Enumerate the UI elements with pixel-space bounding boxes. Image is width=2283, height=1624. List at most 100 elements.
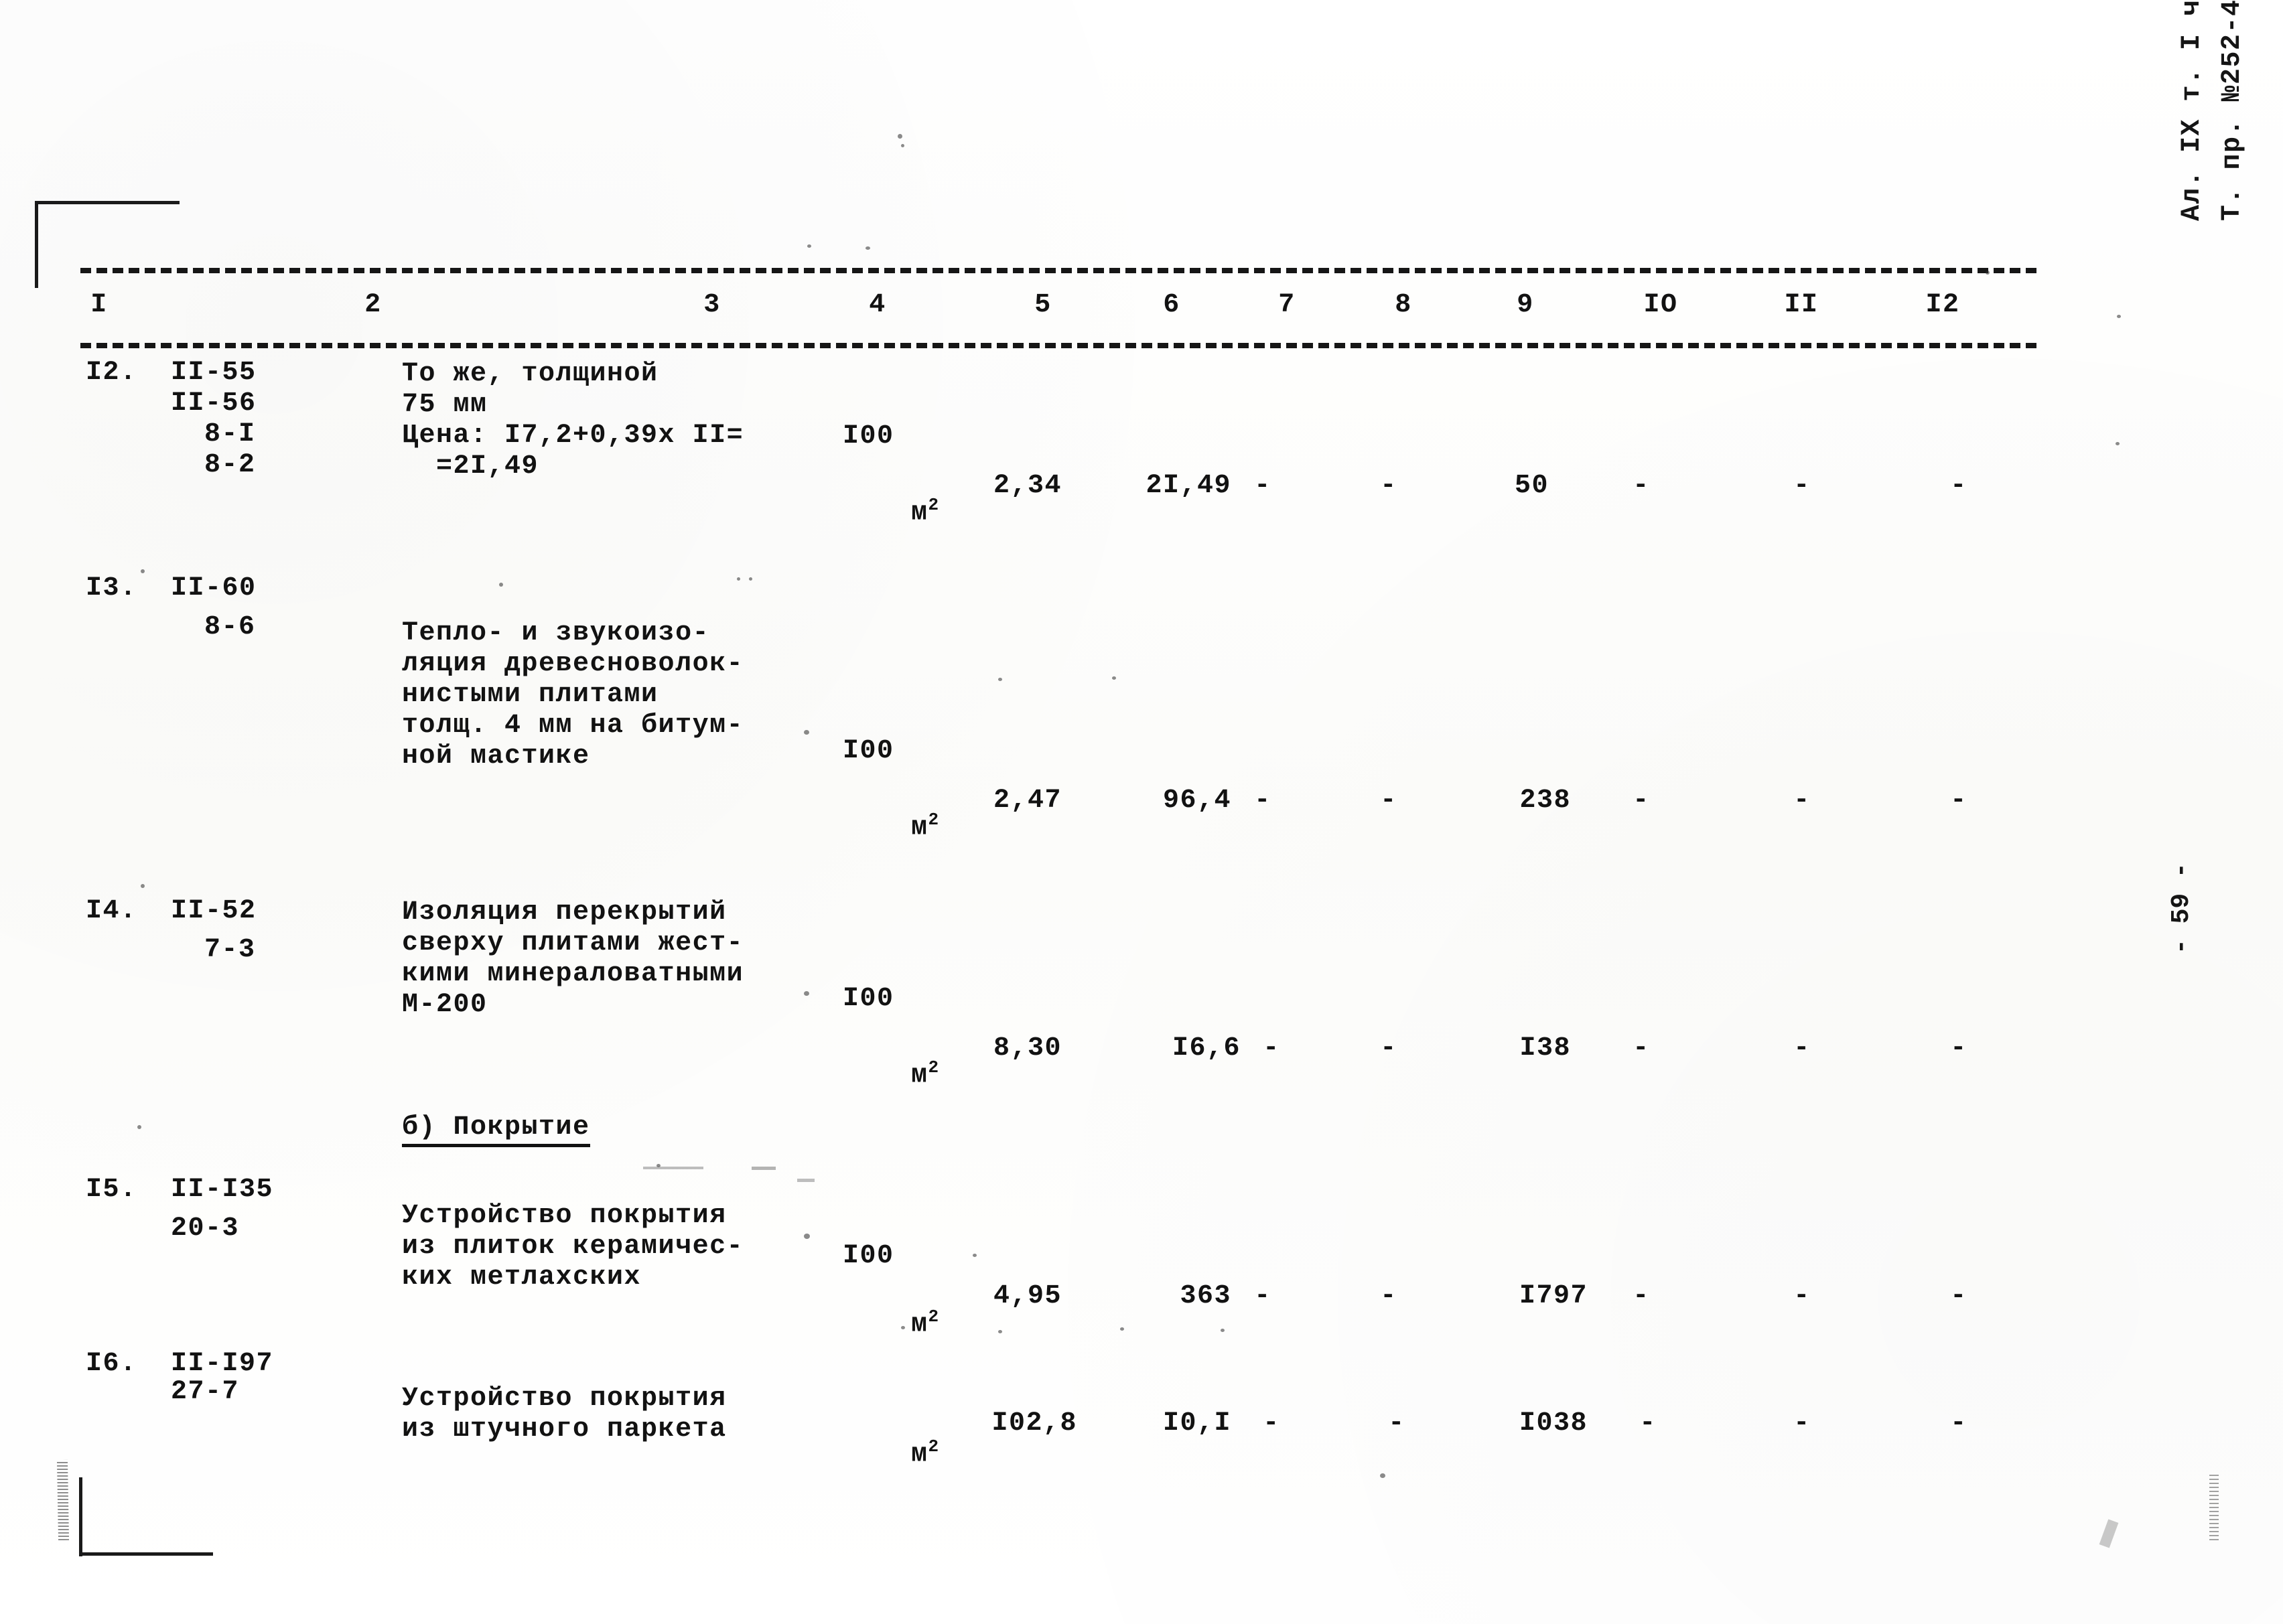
row-description-line: =2I,49: [402, 451, 539, 482]
row-value-c8: -: [1380, 1033, 1397, 1063]
row-value-c5: I02,8: [991, 1408, 1077, 1438]
paper-texture: [0, 0, 2283, 1624]
unit-base: м: [911, 1439, 928, 1470]
row-value-c8: -: [1388, 1408, 1405, 1438]
column-header-2: 2: [364, 290, 382, 320]
row-value-c12: -: [1950, 471, 1967, 501]
row-value-c12: -: [1950, 1408, 1967, 1438]
row-value-c11: -: [1793, 1281, 1811, 1311]
row-value-c10: -: [1633, 471, 1650, 501]
row-value-c10: -: [1633, 1033, 1650, 1063]
row-description-line: ких метлахских: [402, 1262, 642, 1293]
row-description-line: Цена: I7,2+0,39х II=: [402, 421, 744, 451]
column-header-1: I: [90, 290, 108, 320]
row-value-c11: -: [1793, 1408, 1811, 1438]
unit-exponent: 2: [928, 1057, 939, 1078]
unit-exponent: 2: [928, 1306, 939, 1327]
row-code: 8-I: [204, 419, 256, 449]
row-unit-count: I00: [843, 736, 894, 766]
row-code: II-52: [171, 896, 257, 926]
row-unit-symbol: м2: [843, 462, 939, 563]
row-value-c7: -: [1263, 1408, 1280, 1438]
column-header-8: 8: [1395, 290, 1412, 320]
row-value-c7: -: [1254, 786, 1271, 816]
section-heading-label: б) Покрытие: [402, 1112, 590, 1147]
row-code: 20-3: [171, 1213, 240, 1244]
page-frame-left-bottom-edge: [79, 1477, 82, 1556]
margin-project-code-line2: Ал. IX т. I ч.I.84: [2177, 0, 2207, 221]
row-description-line: из штучного паркета: [402, 1414, 727, 1445]
margin-project-code-line1: Т. пр. №252-4-30,: [2217, 0, 2247, 221]
row-value-c9: 238: [1519, 786, 1571, 816]
row-value-c6: 96,4: [1162, 786, 1231, 816]
row-description-line: ной мастике: [402, 741, 590, 771]
page-frame-top-edge: [35, 201, 180, 204]
row-value-c7: -: [1254, 1281, 1271, 1311]
row-description-line: 75 мм: [402, 390, 488, 420]
row-value-c11: -: [1793, 786, 1811, 816]
page-frame-bottom-edge: [79, 1552, 213, 1556]
row-value-c10: -: [1633, 786, 1650, 816]
unit-base: м: [911, 1060, 928, 1091]
scanned-page: I 2 3 4 5 6 7 8 9 IO II I2 I2. II-55 II-…: [0, 0, 2283, 1624]
column-header-5: 5: [1034, 290, 1052, 320]
row-description-line: толщ. 4 мм на битум-: [402, 711, 744, 741]
row-value-c8: -: [1380, 471, 1397, 501]
archive-stamp-left: [56, 1459, 70, 1541]
unit-exponent: 2: [928, 494, 939, 515]
row-value-c12: -: [1950, 1281, 1967, 1311]
row-value-c7: -: [1263, 1033, 1280, 1063]
row-code: II-I35: [171, 1175, 274, 1205]
table-row: I4.: [86, 896, 137, 926]
row-value-c11: -: [1793, 471, 1811, 501]
row-value-c6: I6,6: [1172, 1033, 1241, 1063]
row-value-c8: -: [1380, 1281, 1397, 1311]
table-row: I6.: [86, 1349, 137, 1379]
row-value-c5: 2,34: [993, 471, 1062, 501]
section-heading-pokrytie: б) Покрытие: [402, 1112, 590, 1147]
row-value-c10: -: [1633, 1281, 1650, 1311]
row-description-line: сверху плитами жест-: [402, 928, 744, 958]
column-header-3: 3: [703, 290, 721, 320]
row-description-line: М-200: [402, 990, 488, 1020]
page-frame-left-top-edge: [35, 201, 38, 288]
archive-stamp-right: [2209, 1473, 2219, 1540]
unit-exponent: 2: [928, 1436, 939, 1457]
row-description-line: из плиток керамичес-: [402, 1232, 744, 1262]
row-value-c9: 50: [1514, 471, 1549, 501]
table-row: I2.: [86, 358, 137, 388]
row-code: 8-6: [204, 612, 256, 642]
row-value-c5: 4,95: [993, 1281, 1062, 1311]
row-value-c5: 8,30: [993, 1033, 1062, 1063]
row-code: II-55: [171, 358, 257, 388]
row-description-line: Устройство покрытия: [402, 1384, 727, 1414]
row-description-line: нистыми плитами: [402, 680, 659, 710]
row-value-c12: -: [1950, 786, 1967, 816]
row-value-c11: -: [1793, 1033, 1811, 1063]
table-header-rule-bottom: [80, 343, 2036, 348]
row-code: 7-3: [204, 935, 256, 965]
table-row: I3.: [86, 573, 137, 603]
row-code: 8-2: [204, 450, 256, 480]
row-unit-symbol: м2: [843, 1025, 939, 1125]
row-code: II-60: [171, 573, 257, 603]
column-header-12: I2: [1925, 290, 1960, 320]
row-unit-count: I00: [843, 984, 894, 1014]
column-header-9: 9: [1517, 290, 1534, 320]
row-description-line: кими минераловатными: [402, 959, 744, 989]
row-description-line: Устройство покрытия: [402, 1201, 727, 1231]
row-value-c9: I038: [1519, 1408, 1588, 1438]
row-unit-symbol: м2: [843, 777, 939, 877]
row-unit-count: I00: [843, 1241, 894, 1271]
page-number: - 59 -: [2167, 863, 2196, 954]
row-value-c8: -: [1380, 786, 1397, 816]
unit-base: м: [911, 812, 928, 843]
unit-base: м: [911, 1309, 928, 1340]
row-value-c10: -: [1639, 1408, 1657, 1438]
row-description-line: То же, толщиной: [402, 359, 659, 389]
unit-exponent: 2: [928, 809, 939, 830]
row-description-line: Изоляция перекрытий: [402, 897, 727, 928]
row-value-c6: 363: [1180, 1281, 1231, 1311]
row-unit-count: I00: [843, 421, 894, 451]
row-description-line: ляция древесноволок-: [402, 649, 744, 679]
